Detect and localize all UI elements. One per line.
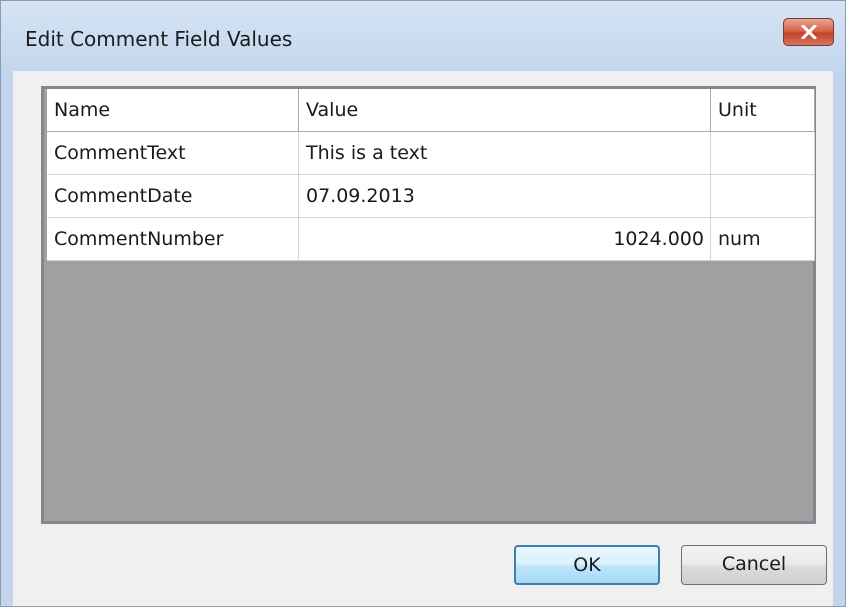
cell-name[interactable]: CommentNumber [47, 218, 299, 261]
column-header-name[interactable]: Name [47, 89, 299, 132]
cell-unit[interactable] [711, 132, 815, 175]
table-row[interactable]: CommentText This is a text [47, 132, 815, 175]
cell-name[interactable]: CommentDate [47, 175, 299, 218]
dialog-client-area: Name Value Unit CommentText This is a te… [13, 71, 833, 606]
dialog-window: Edit Comment Field Values Name Value Uni… [0, 0, 846, 607]
cell-unit[interactable]: num [711, 218, 815, 261]
cell-name[interactable]: CommentText [47, 132, 299, 175]
title-bar[interactable]: Edit Comment Field Values [1, 1, 845, 71]
dialog-title: Edit Comment Field Values [25, 27, 293, 51]
close-icon [801, 25, 817, 39]
table-row[interactable]: CommentNumber 1024.000 num [47, 218, 815, 261]
cell-unit[interactable] [711, 175, 815, 218]
column-header-unit[interactable]: Unit [711, 89, 815, 132]
cell-value[interactable]: 1024.000 [299, 218, 711, 261]
column-header-value[interactable]: Value [299, 89, 711, 132]
close-button[interactable] [783, 18, 834, 46]
cell-value[interactable]: This is a text [299, 132, 711, 175]
grid-header-row: Name Value Unit [47, 89, 815, 132]
field-values-grid[interactable]: Name Value Unit CommentText This is a te… [41, 86, 816, 524]
cancel-button[interactable]: Cancel [681, 545, 827, 585]
table-row[interactable]: CommentDate 07.09.2013 [47, 175, 815, 218]
cell-value[interactable]: 07.09.2013 [299, 175, 711, 218]
ok-button[interactable]: OK [514, 545, 660, 585]
